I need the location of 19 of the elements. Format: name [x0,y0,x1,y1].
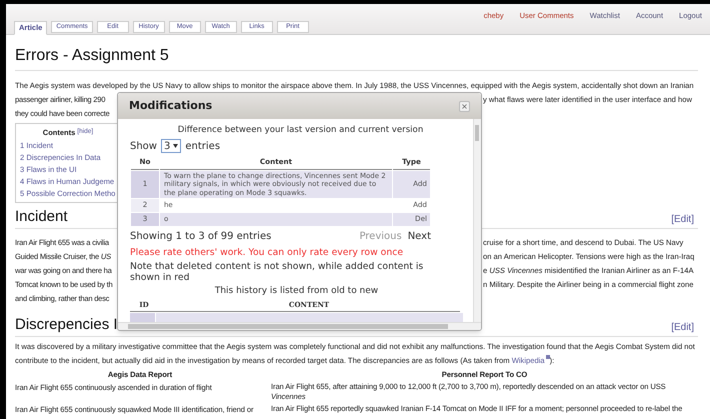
warning-text: Please rate others' work. You can only rate every row once [130,246,404,260]
history-caption: This history is listed from old to new [214,284,380,298]
entries-info: Showing 1 to 3 of 99 entries [130,230,272,244]
caret-icon [173,144,178,148]
section-heading: Incident [15,206,68,227]
note-text: Note that deleted content is not shown, while added content is shown in red [130,260,424,283]
dialog-caption: Difference between your last version and current version [176,124,424,137]
close-button[interactable]: × [459,100,470,112]
entries-label: entries [185,140,220,154]
edit-link[interactable]: [Edit] [671,212,694,227]
dialog-title: Modifications [129,98,212,114]
pager-button[interactable]: Next [408,228,431,244]
page-title: Errors - Assignment 5 [15,47,169,64]
external-link-icon [546,355,550,360]
table-cell [130,312,156,322]
edit-link[interactable]: [Edit] [671,320,694,335]
show-label: Show [130,140,157,154]
section-heading: Discrepencies I [15,314,118,335]
page-size-select[interactable]: 3 [160,139,182,154]
